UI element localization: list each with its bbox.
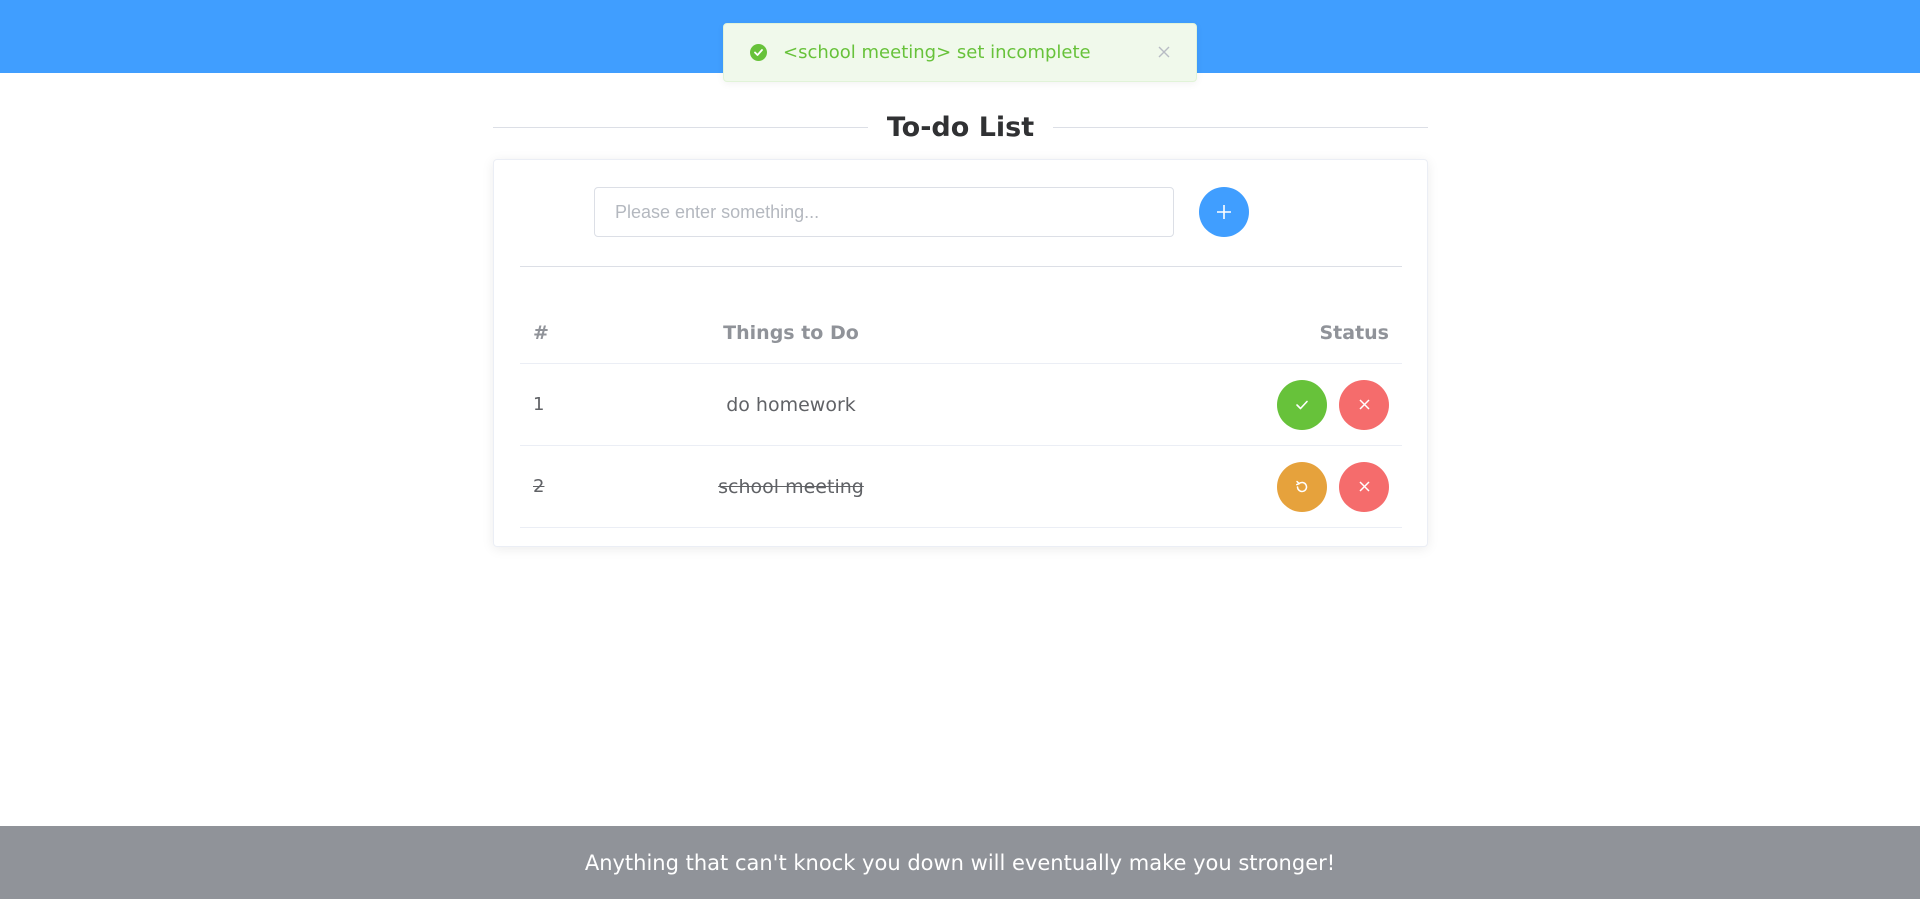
table-row: 1 do homework xyxy=(520,364,1402,446)
check-circle-icon xyxy=(750,44,767,61)
row-actions xyxy=(902,461,1402,512)
delete-button[interactable] xyxy=(1339,461,1389,512)
close-icon xyxy=(1358,481,1370,492)
title-row: To-do List xyxy=(493,110,1428,146)
row-actions xyxy=(902,379,1402,430)
todo-input[interactable] xyxy=(594,187,1174,237)
table-row: 2 school meeting xyxy=(520,446,1402,528)
success-toast: <school meeting> set incomplete xyxy=(723,23,1197,82)
refresh-icon xyxy=(1296,480,1308,492)
page-title: To-do List xyxy=(886,112,1035,143)
footer: Anything that can't knock you down will … xyxy=(0,826,1920,899)
header-num: # xyxy=(533,322,549,344)
close-icon xyxy=(1358,399,1370,410)
footer-quote: Anything that can't knock you down will … xyxy=(584,850,1336,875)
header-task: Things to Do xyxy=(723,322,859,344)
header-status: Status xyxy=(1319,322,1389,344)
card-divider xyxy=(520,266,1402,267)
mark-incomplete-button[interactable] xyxy=(1277,461,1327,512)
todo-table: # Things to Do Status 1 do homework 2 sc… xyxy=(520,303,1402,528)
table-header-row: # Things to Do Status xyxy=(520,303,1402,364)
toast-message: <school meeting> set incomplete xyxy=(783,42,1091,63)
task-text: do homework xyxy=(726,393,856,416)
check-icon xyxy=(1296,400,1308,409)
plus-icon xyxy=(1217,205,1231,219)
mark-complete-button[interactable] xyxy=(1277,379,1327,430)
task-text: school meeting xyxy=(718,475,864,498)
todo-card: # Things to Do Status 1 do homework 2 sc… xyxy=(493,159,1428,547)
delete-button[interactable] xyxy=(1339,379,1389,430)
row-number: 1 xyxy=(533,394,545,415)
close-icon[interactable] xyxy=(1154,42,1174,62)
row-number: 2 xyxy=(533,476,545,497)
title-divider-right xyxy=(1053,127,1428,128)
add-todo-button[interactable] xyxy=(1199,187,1249,237)
